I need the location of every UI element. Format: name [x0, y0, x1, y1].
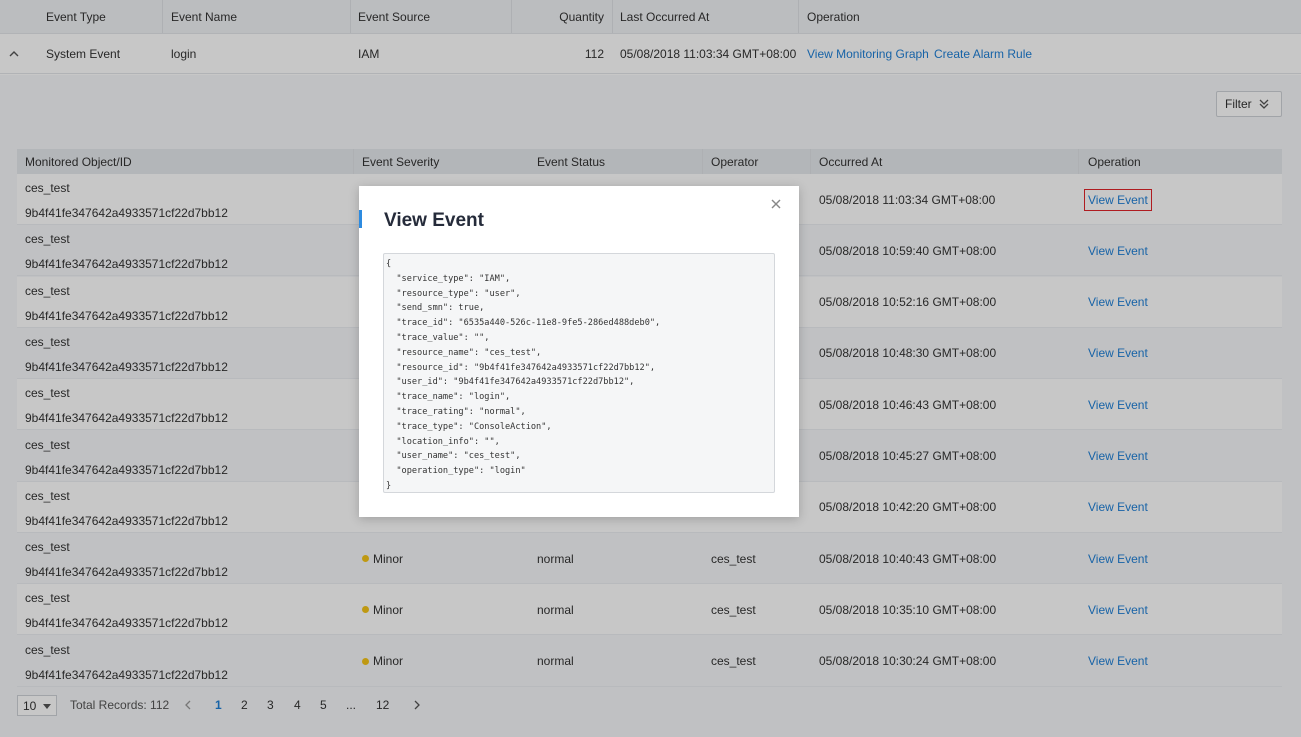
json-line: "resource_id": "9b4f41fe347642a4933571cf…	[386, 362, 656, 373]
json-line: "trace_value": "",	[386, 332, 490, 343]
json-line: }	[386, 480, 392, 491]
json-line: "user_id": "9b4f41fe347642a4933571cf22d7…	[386, 377, 635, 388]
json-line: "send_smn": true,	[386, 303, 485, 314]
json-line: "resource_name": "ces_test",	[386, 347, 542, 358]
view-event-dialog: View Event { "service_type": "IAM", "res…	[359, 186, 799, 517]
title-accent-bar	[359, 210, 362, 228]
page: Event Type Event Name Event Source Quant…	[0, 0, 1301, 737]
event-json-viewer[interactable]: { "service_type": "IAM", "resource_type"…	[383, 253, 775, 493]
json-line: {	[386, 259, 392, 269]
dialog-title: View Event	[384, 210, 484, 231]
json-line: "trace_name": "login",	[386, 392, 511, 403]
json-line: "trace_rating": "normal",	[386, 406, 526, 417]
json-line: "user_name": "ces_test",	[386, 451, 521, 462]
close-icon[interactable]	[770, 198, 782, 210]
json-line: "service_type": "IAM",	[386, 273, 511, 284]
json-line: "location_info": "",	[386, 436, 500, 447]
json-line: "resource_type": "user",	[386, 288, 521, 299]
json-line: "operation_type": "login"	[386, 466, 526, 477]
json-line: "trace_id": "6535a440-526c-11e8-9fe5-286…	[386, 318, 661, 329]
json-line: "trace_type": "ConsoleAction",	[386, 421, 552, 432]
